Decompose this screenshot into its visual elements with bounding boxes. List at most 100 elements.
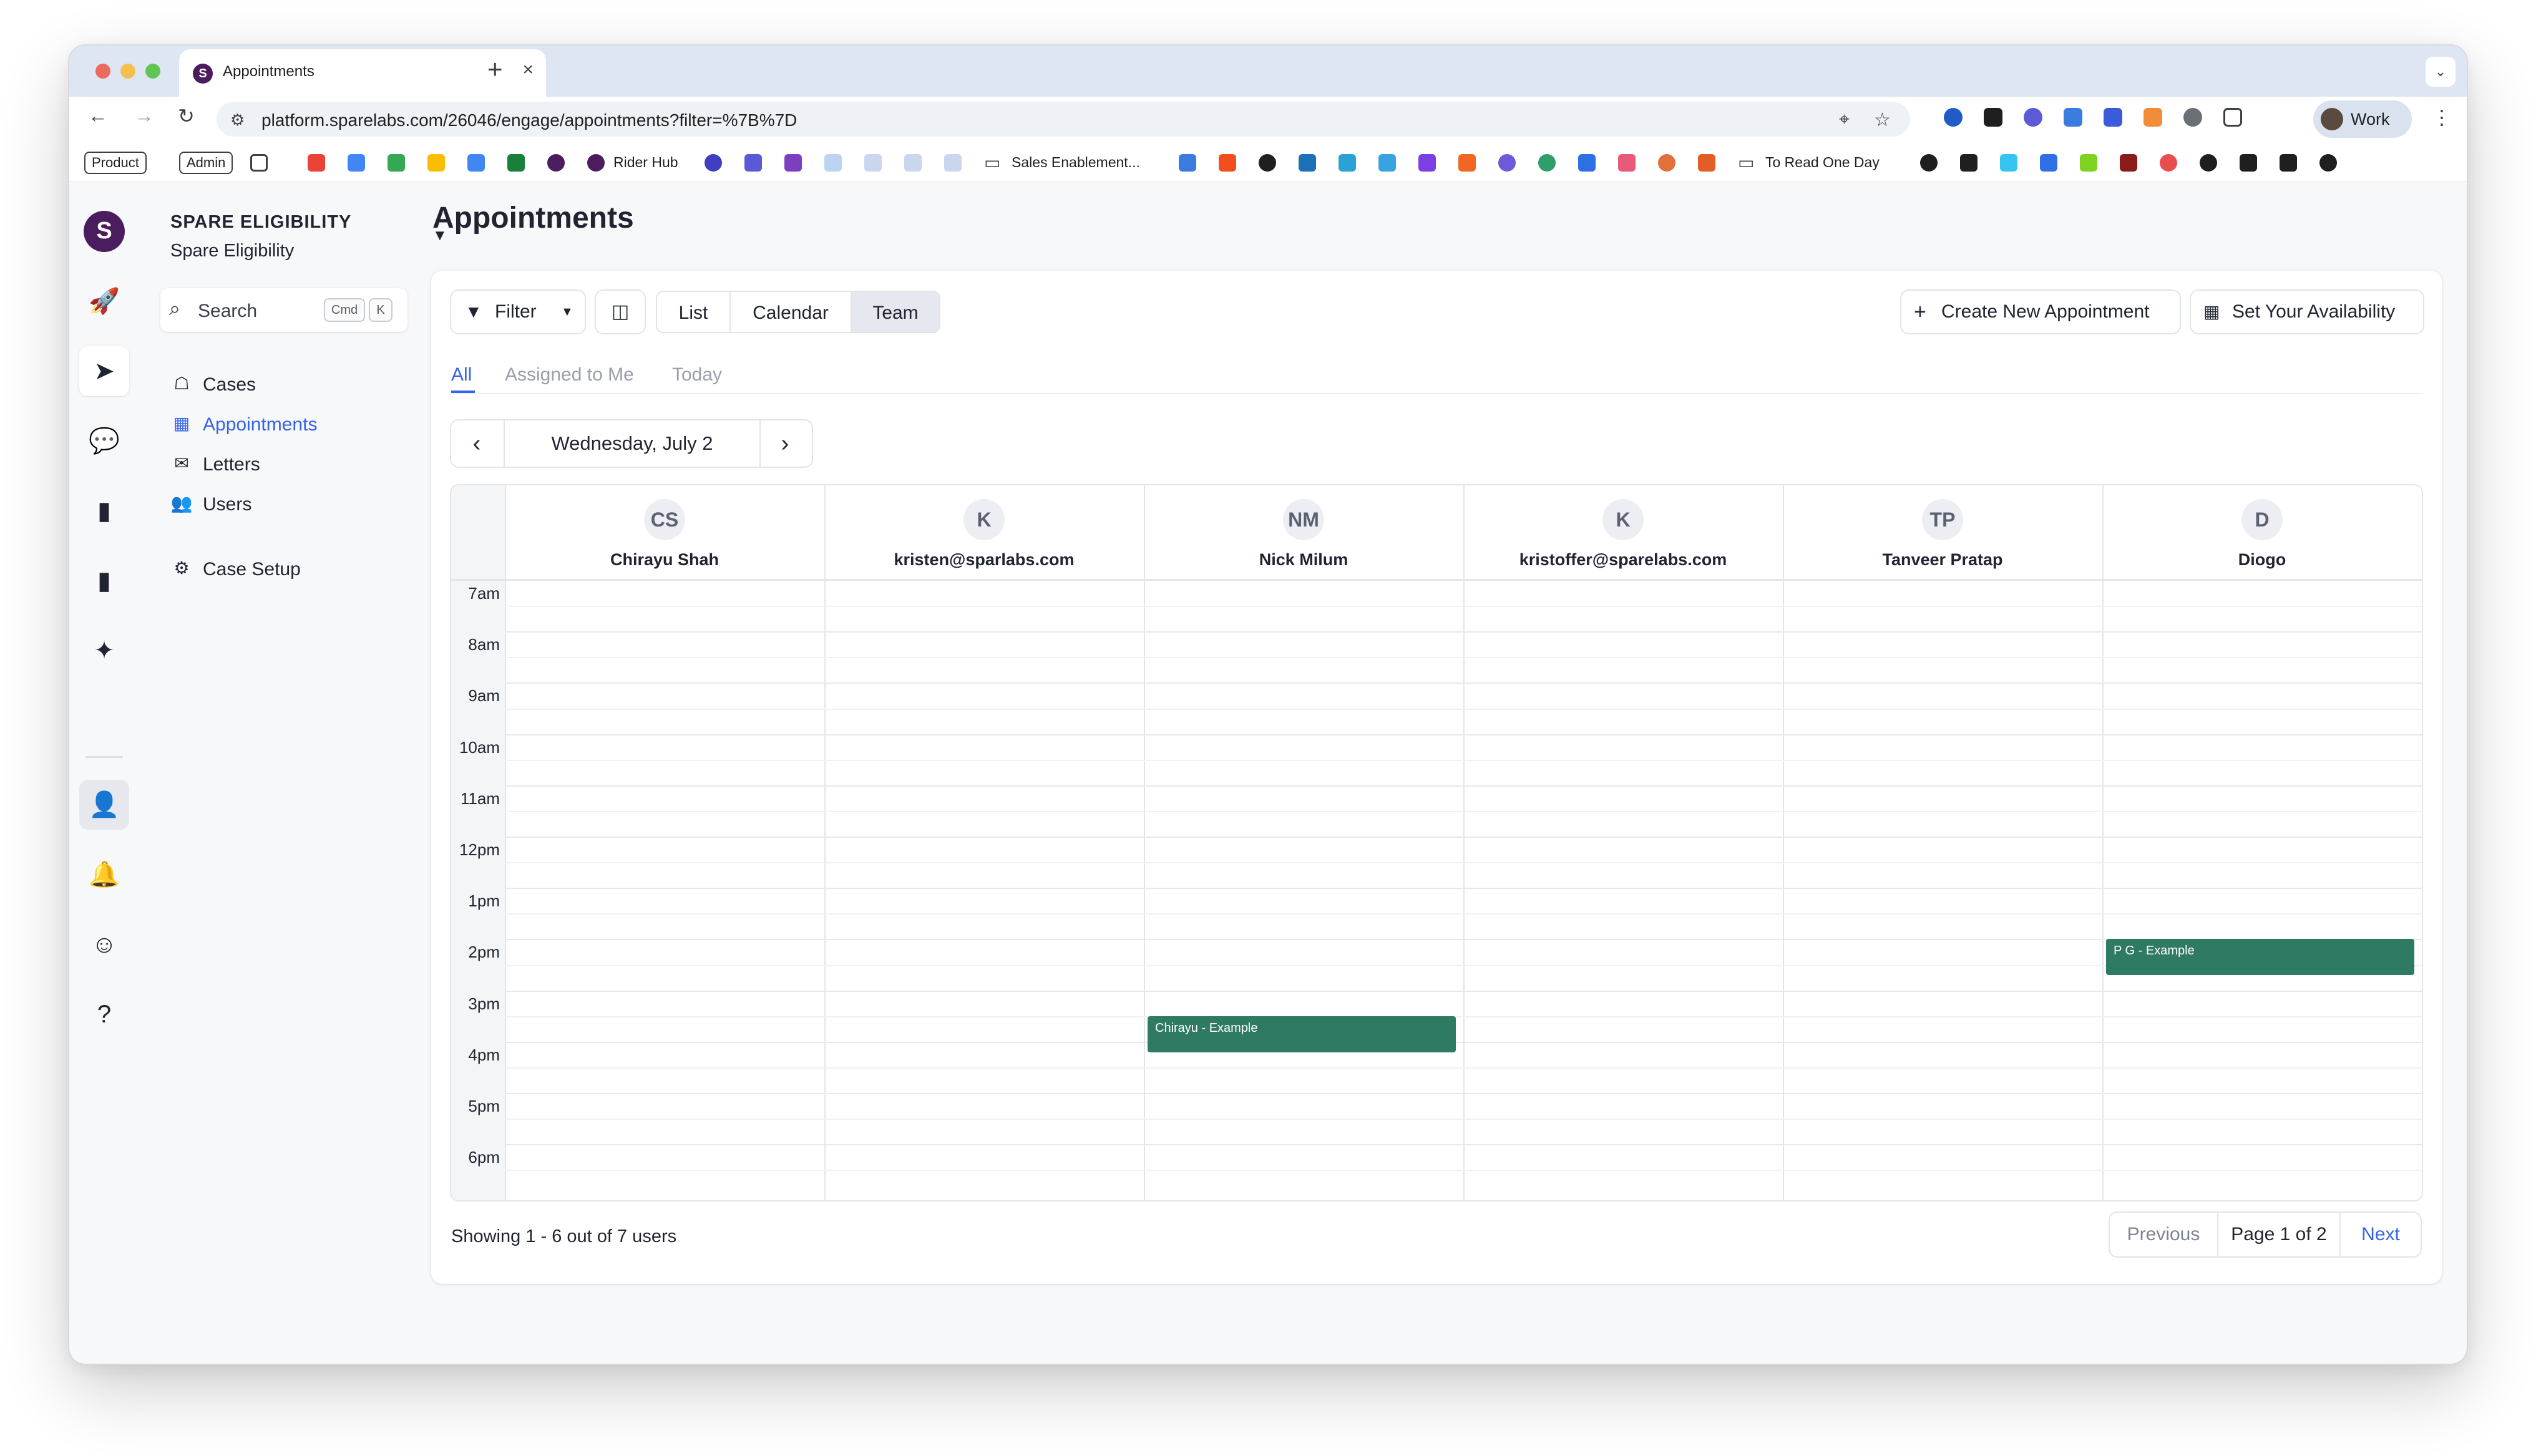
google-sheets-icon[interactable] [507,154,525,172]
app-icon-6[interactable] [1538,154,1556,172]
sparkles-icon[interactable]: ✦ [79,626,129,676]
app-icon-4[interactable] [1418,154,1436,172]
extension-icon[interactable] [2024,108,2042,127]
address-bar[interactable]: ⚙ platform.sparelabs.com/26046/engage/ap… [217,102,1910,137]
bookmark-rider-hub[interactable]: Rider Hub [613,154,678,171]
bookmark-star-icon[interactable]: ☆ [1874,109,1891,131]
view-team-button[interactable]: Team [851,291,940,333]
app-icon-12[interactable] [2120,154,2137,172]
bar-chart-icon[interactable]: ▮ [79,486,129,536]
github-icon[interactable] [1259,154,1276,172]
close-tab-icon[interactable]: × [522,59,534,80]
bookmark-admin[interactable]: Admin [179,152,233,174]
app-icon-9[interactable] [1960,154,1978,172]
chat-app-icon[interactable] [784,154,802,172]
bookmark-to-read-one-day[interactable]: To Read One Day [1765,154,1880,171]
maximize-window-button[interactable] [145,64,160,79]
appointment-event[interactable]: P G - Example [2106,939,2414,976]
profile-button[interactable]: Work [2313,100,2412,138]
google-drive-icon[interactable] [388,154,405,172]
google-calendar-icon[interactable] [348,154,365,172]
slack-icon[interactable] [2000,154,2017,172]
org-name[interactable]: SPARE ELIGIBILITY [170,212,351,233]
next-day-chevron-icon[interactable]: › [759,420,811,467]
app-icon-7[interactable] [1578,154,1596,172]
help-icon[interactable]: ? [79,989,129,1039]
subtab-today[interactable]: Today [672,364,722,386]
office-icon[interactable] [1698,154,1715,172]
spare-icon[interactable] [547,154,565,172]
spare-logo[interactable]: S [84,211,125,252]
app-icon-3[interactable] [1378,154,1396,172]
view-list-button[interactable]: List [656,291,729,333]
google-slides-icon[interactable] [427,154,445,172]
claude-icon[interactable] [1658,154,1675,172]
github-icon-2[interactable] [1920,154,1938,172]
subtab-assigned-to-me[interactable]: Assigned to Me [505,364,634,386]
set-availability-button[interactable]: ▦ Set Your Availability [2191,291,2423,333]
prev-day-chevron-icon[interactable]: ‹ [451,420,502,467]
appointment-event[interactable]: Chirayu - Example [1148,1016,1456,1052]
bookmark-sales-enablement[interactable]: Sales Enablement... [1012,154,1140,171]
app-icon-14[interactable] [2280,154,2297,172]
app-icon-10[interactable] [2040,154,2057,172]
org-subtitle[interactable]: Spare Eligibility [170,241,294,261]
app-icon-5[interactable] [1498,154,1516,172]
paper-plane-icon[interactable]: ➤ [79,346,129,396]
new-tab-icon[interactable]: + [487,54,503,84]
folder-icon-2[interactable]: ▭ [1738,152,1754,173]
browser-menu-icon[interactable]: ⋮ [2432,105,2452,129]
subtab-all[interactable]: All [451,364,472,386]
pen-extension-icon[interactable] [2064,108,2082,127]
previous-page-button[interactable]: Previous [2110,1213,2218,1256]
password-extension-icon[interactable] [1944,108,1963,127]
app-icon-11[interactable] [2080,154,2097,172]
gmail-icon[interactable] [308,154,325,172]
site-settings-icon[interactable]: ⚙ [230,110,245,130]
openai-icon[interactable] [2200,154,2217,172]
support-agent-icon[interactable]: ☺ [79,920,129,969]
filter-button[interactable]: ▼ Filter ▼ [451,291,585,333]
figma-icon[interactable] [1219,154,1236,172]
calendar-app-icon[interactable] [744,154,762,172]
rider-hub-icon[interactable] [587,154,605,172]
person-icon[interactable]: 👤 [79,780,129,830]
app-icon-2[interactable] [1339,154,1356,172]
y-combinator-icon[interactable] [1458,154,1476,172]
next-page-button[interactable]: Next [2341,1213,2421,1256]
close-window-button[interactable] [95,64,110,79]
jira-icon[interactable] [1179,154,1196,172]
grammar-extension-icon[interactable] [2104,108,2122,127]
reload-icon[interactable]: ↻ [178,104,195,128]
google-docs-icon[interactable] [467,154,485,172]
view-calendar-button[interactable]: Calendar [729,291,851,333]
columns-toggle-icon[interactable]: ◫ [596,291,645,333]
mail-icon[interactable] [864,154,882,172]
app-icon-8[interactable] [1618,154,1636,172]
robot-icon[interactable] [824,154,842,172]
wordpress-extension-icon[interactable] [2183,108,2202,127]
current-date-label[interactable]: Wednesday, July 2 [504,420,761,467]
color-picker-extension-icon[interactable] [2143,108,2162,127]
minimize-window-button[interactable] [120,64,135,79]
puzzle-extensions-icon[interactable] [2223,108,2242,127]
asana-icon[interactable] [2160,154,2177,172]
mail-icon-2[interactable] [904,154,922,172]
bell-icon[interactable]: 🔔 [79,850,129,900]
rocket-icon[interactable]: 🚀 [79,276,129,326]
ranking-chart-icon[interactable]: ▮ [79,556,129,606]
folder-icon[interactable]: ▭ [984,152,1000,173]
url-text[interactable]: platform.sparelabs.com/26046/engage/appo… [261,110,797,130]
forward-arrow-icon[interactable]: → [134,104,154,127]
app-icon-13[interactable] [2240,154,2257,172]
bookmark-product[interactable]: Product [84,152,147,174]
tab-search-chevron-icon[interactable]: ⌄ [2426,57,2456,87]
location-pin-icon[interactable]: ⌖ [1839,109,1850,130]
spare-blue-icon[interactable] [705,154,722,172]
app-icon-1[interactable] [1299,154,1316,172]
openai-icon-2[interactable] [2319,154,2337,172]
back-arrow-icon[interactable]: ← [88,104,108,127]
chat-bubble-icon[interactable]: 💬 [79,416,129,466]
apps-grid-icon[interactable] [250,154,268,172]
create-new-appointment-button[interactable]: + Create New Appointment [1901,291,2180,333]
